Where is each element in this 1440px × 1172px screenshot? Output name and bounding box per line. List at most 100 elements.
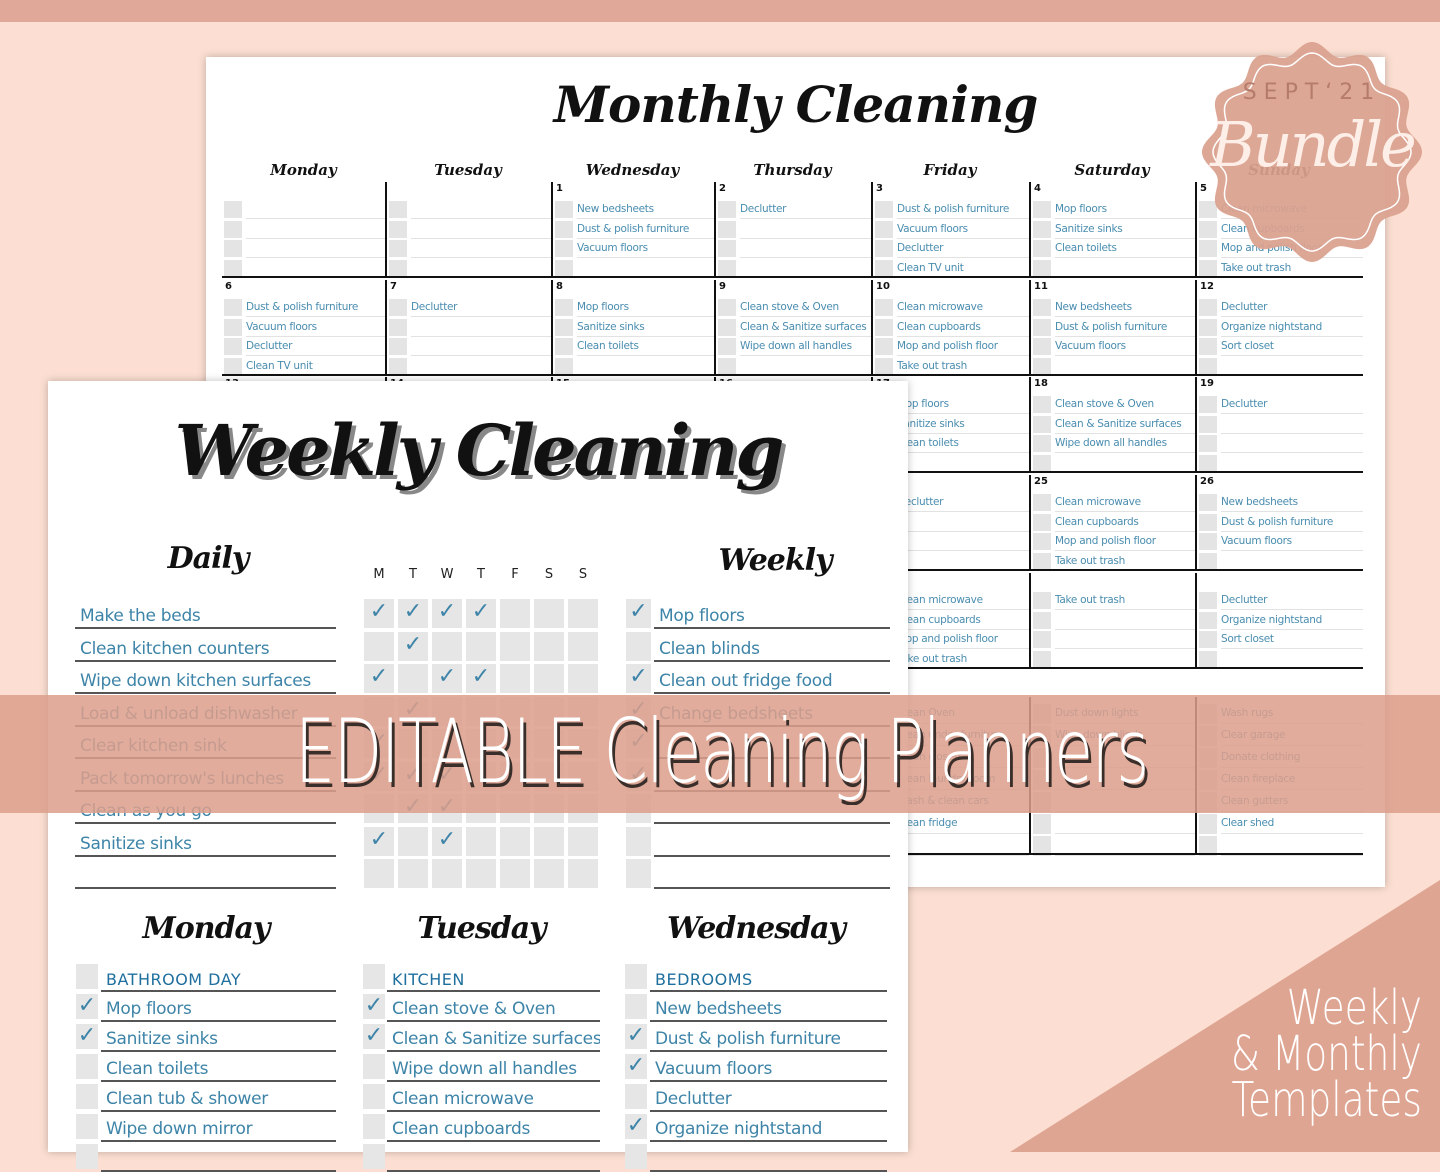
task-text[interactable] xyxy=(1055,650,1195,669)
check-cell[interactable] xyxy=(568,859,598,888)
check-cell[interactable]: ✓ xyxy=(363,994,385,1019)
day-task-text[interactable]: Sanitize sinks xyxy=(106,1029,336,1049)
check-cell[interactable] xyxy=(534,664,564,693)
task-text[interactable]: Sort closet xyxy=(1221,337,1363,356)
check-cell[interactable] xyxy=(398,664,428,693)
task-checkbox[interactable] xyxy=(1033,338,1051,355)
task-text[interactable]: Clean microwave xyxy=(897,298,1029,317)
check-cell[interactable] xyxy=(363,1054,385,1079)
check-cell[interactable] xyxy=(625,1144,647,1169)
task-text[interactable]: Take out trash xyxy=(897,357,1029,376)
day-theme-heading[interactable]: KITCHEN xyxy=(392,970,600,989)
task-checkbox[interactable] xyxy=(1199,338,1217,355)
check-cell[interactable]: ✓ xyxy=(432,826,462,856)
check-cell[interactable]: ✓ xyxy=(432,599,462,628)
task-checkbox[interactable] xyxy=(224,259,242,277)
day-task-text[interactable]: Clean cupboards xyxy=(392,1119,600,1139)
day-task-text[interactable]: Vacuum floors xyxy=(655,1059,887,1079)
task-checkbox[interactable] xyxy=(1033,299,1051,316)
check-cell[interactable] xyxy=(432,631,462,661)
task-text[interactable]: Clean TV unit xyxy=(897,259,1029,278)
task-checkbox[interactable] xyxy=(1033,201,1051,218)
check-cell[interactable]: ✓ xyxy=(626,664,651,693)
task-text[interactable] xyxy=(897,513,1029,532)
task-checkbox[interactable] xyxy=(389,299,407,316)
task-checkbox[interactable] xyxy=(1199,299,1217,316)
check-cell[interactable] xyxy=(534,599,564,628)
task-checkbox[interactable] xyxy=(1199,494,1217,511)
check-cell[interactable] xyxy=(625,994,647,1019)
check-cell[interactable] xyxy=(363,964,385,989)
task-text[interactable] xyxy=(1221,434,1363,453)
check-cell[interactable] xyxy=(466,859,496,888)
task-text[interactable]: Dust & polish furniture xyxy=(1221,513,1363,532)
day-theme-heading[interactable]: BEDROOMS xyxy=(655,970,887,989)
weekly-task-text[interactable]: Mop floors xyxy=(659,606,890,626)
task-text[interactable] xyxy=(411,220,551,239)
task-text[interactable]: New bedsheets xyxy=(577,200,714,219)
task-checkbox[interactable] xyxy=(1199,814,1217,834)
task-text[interactable] xyxy=(897,454,1029,473)
check-cell[interactable]: ✓ xyxy=(364,826,394,856)
task-text[interactable] xyxy=(246,259,385,278)
task-checkbox[interactable] xyxy=(1033,611,1051,629)
task-text[interactable]: Mop floors xyxy=(577,298,714,317)
task-checkbox[interactable] xyxy=(718,338,736,355)
daily-task-text[interactable]: Sanitize sinks xyxy=(80,834,336,854)
task-checkbox[interactable] xyxy=(1033,814,1051,834)
task-checkbox[interactable] xyxy=(1199,357,1217,375)
task-checkbox[interactable] xyxy=(875,201,893,218)
task-checkbox[interactable] xyxy=(389,240,407,257)
task-text[interactable]: Clean toilets xyxy=(897,434,1029,453)
check-cell[interactable] xyxy=(500,826,530,856)
weekly-task-text[interactable]: Clean blinds xyxy=(659,639,890,659)
task-checkbox[interactable] xyxy=(1199,513,1217,531)
check-cell[interactable]: ✓ xyxy=(432,664,462,693)
day-task-text[interactable]: Wipe down mirror xyxy=(106,1119,336,1139)
check-cell[interactable] xyxy=(568,631,598,661)
task-text[interactable]: Clean toilets xyxy=(1055,239,1195,258)
weekly-task-text[interactable]: Clean out fridge food xyxy=(659,671,890,691)
task-text[interactable]: Wipe down all handles xyxy=(1055,434,1195,453)
task-text[interactable]: Mop and polish floor xyxy=(897,337,1029,356)
task-text[interactable]: Declutter xyxy=(897,493,1029,512)
task-text[interactable] xyxy=(411,259,551,278)
task-text[interactable] xyxy=(577,259,714,278)
task-text[interactable]: Vacuum floors xyxy=(1055,337,1195,356)
check-cell[interactable] xyxy=(76,1084,98,1109)
check-cell[interactable] xyxy=(466,631,496,661)
task-checkbox[interactable] xyxy=(1033,259,1051,277)
task-text[interactable]: Dust & polish furniture xyxy=(246,298,385,317)
task-checkbox[interactable] xyxy=(224,338,242,355)
task-checkbox[interactable] xyxy=(1033,513,1051,531)
check-cell[interactable] xyxy=(76,964,98,989)
task-checkbox[interactable] xyxy=(875,259,893,277)
check-cell[interactable]: ✓ xyxy=(398,631,428,661)
task-checkbox[interactable] xyxy=(1199,454,1217,472)
task-text[interactable] xyxy=(740,220,871,239)
task-checkbox[interactable] xyxy=(1033,220,1051,238)
task-text[interactable] xyxy=(1055,454,1195,473)
task-checkbox[interactable] xyxy=(1033,533,1051,550)
check-cell[interactable] xyxy=(76,1144,98,1169)
check-cell[interactable] xyxy=(568,664,598,693)
task-checkbox[interactable] xyxy=(555,220,573,238)
day-task-text[interactable]: Organize nightstand xyxy=(655,1119,887,1139)
task-text[interactable]: Take out trash xyxy=(1055,591,1195,610)
check-cell[interactable] xyxy=(625,964,647,989)
task-checkbox[interactable] xyxy=(1033,454,1051,472)
task-checkbox[interactable] xyxy=(224,357,242,375)
check-cell[interactable] xyxy=(398,826,428,856)
task-text[interactable]: Clean microwave xyxy=(897,591,1029,610)
check-cell[interactable] xyxy=(76,1114,98,1139)
task-text[interactable] xyxy=(1221,650,1363,669)
task-text[interactable]: Clean TV unit xyxy=(246,357,385,376)
check-cell[interactable]: ✓ xyxy=(363,1024,385,1049)
task-checkbox[interactable] xyxy=(1199,415,1217,433)
task-checkbox[interactable] xyxy=(718,299,736,316)
task-checkbox[interactable] xyxy=(555,240,573,257)
task-checkbox[interactable] xyxy=(555,299,573,316)
task-text[interactable]: Clean microwave xyxy=(1055,493,1195,512)
task-text[interactable] xyxy=(246,200,385,219)
task-text[interactable]: Vacuum floors xyxy=(246,318,385,337)
